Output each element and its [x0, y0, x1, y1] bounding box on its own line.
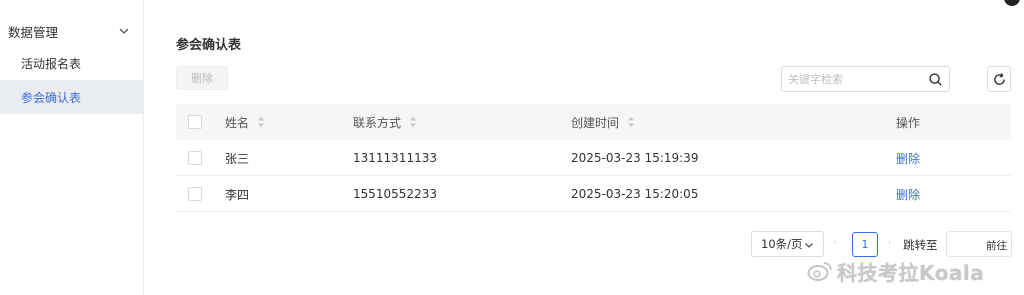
column-header-name[interactable]: 姓名 — [225, 104, 265, 140]
column-header-label: 创建时间 — [571, 115, 620, 130]
chevron-down-icon — [119, 28, 129, 34]
column-header-phone[interactable]: 联系方式 — [353, 104, 417, 140]
table-header: 姓名 联系方式 创建时间 操作 — [176, 104, 1011, 140]
page-number-current[interactable]: 1 — [852, 232, 878, 257]
sidebar: 数据管理 活动报名表 参会确认表 — [0, 0, 144, 295]
jump-page-box: 前往 — [946, 231, 1012, 257]
column-header-created-time[interactable]: 创建时间 — [571, 104, 635, 140]
column-header-actions: 操作 — [896, 115, 921, 130]
jump-page-input[interactable] — [951, 236, 981, 252]
sort-icon[interactable] — [409, 116, 417, 128]
search-input[interactable] — [788, 70, 918, 88]
table-row: 张三 13111311133 2025-03-23 15:19:39 删除 — [176, 140, 1011, 176]
cell-name: 张三 — [225, 151, 250, 166]
main-content: 参会确认表 删除 姓名 联系方式 创建时间 操作 张三 — [144, 0, 1024, 295]
refresh-icon — [994, 73, 1005, 85]
page-title: 参会确认表 — [176, 38, 242, 53]
next-page-button[interactable]: › — [888, 238, 892, 248]
refresh-button[interactable] — [987, 66, 1011, 92]
sidebar-group-label: 数据管理 — [8, 24, 59, 40]
cell-created-time: 2025-03-23 15:20:05 — [571, 187, 699, 201]
sort-icon[interactable] — [627, 116, 635, 128]
cell-created-time: 2025-03-23 15:19:39 — [571, 151, 699, 165]
page-size-label: 10条/页 — [761, 237, 803, 251]
sidebar-item-attendance-confirmation[interactable]: 参会确认表 — [0, 80, 144, 114]
jump-to-label: 跳转至 — [903, 238, 938, 252]
sidebar-item-activity-registration[interactable]: 活动报名表 — [0, 46, 144, 80]
sidebar-item-label: 参会确认表 — [21, 90, 82, 105]
column-header-label: 联系方式 — [353, 115, 402, 130]
search-box — [781, 66, 950, 92]
weibo-logo-icon — [807, 262, 832, 281]
cell-phone: 15510552233 — [353, 187, 437, 201]
prev-page-button[interactable]: ‹ — [833, 238, 837, 248]
page-size-select[interactable]: 10条/页 — [751, 231, 824, 257]
sort-icon[interactable] — [257, 116, 265, 128]
search-icon[interactable] — [928, 72, 943, 87]
batch-delete-button[interactable]: 删除 — [176, 66, 228, 90]
row-checkbox[interactable] — [188, 187, 202, 201]
sidebar-item-label: 活动报名表 — [21, 56, 82, 71]
row-delete-link[interactable]: 删除 — [896, 176, 920, 212]
watermark-text: 科技考拉Koala — [837, 260, 985, 285]
row-checkbox[interactable] — [188, 151, 202, 165]
jump-go-button[interactable]: 前往 — [986, 238, 1007, 253]
row-delete-link[interactable]: 删除 — [896, 140, 920, 176]
select-all-checkbox[interactable] — [188, 115, 202, 129]
chevron-down-icon — [805, 243, 813, 248]
cell-phone: 13111311133 — [353, 151, 437, 165]
watermark: 科技考拉Koala — [807, 257, 984, 285]
column-header-label: 姓名 — [225, 115, 250, 130]
cell-name: 李四 — [225, 187, 250, 202]
sidebar-group-data-management[interactable]: 数据管理 — [0, 14, 144, 48]
table-row: 李四 15510552233 2025-03-23 15:20:05 删除 — [176, 176, 1011, 212]
